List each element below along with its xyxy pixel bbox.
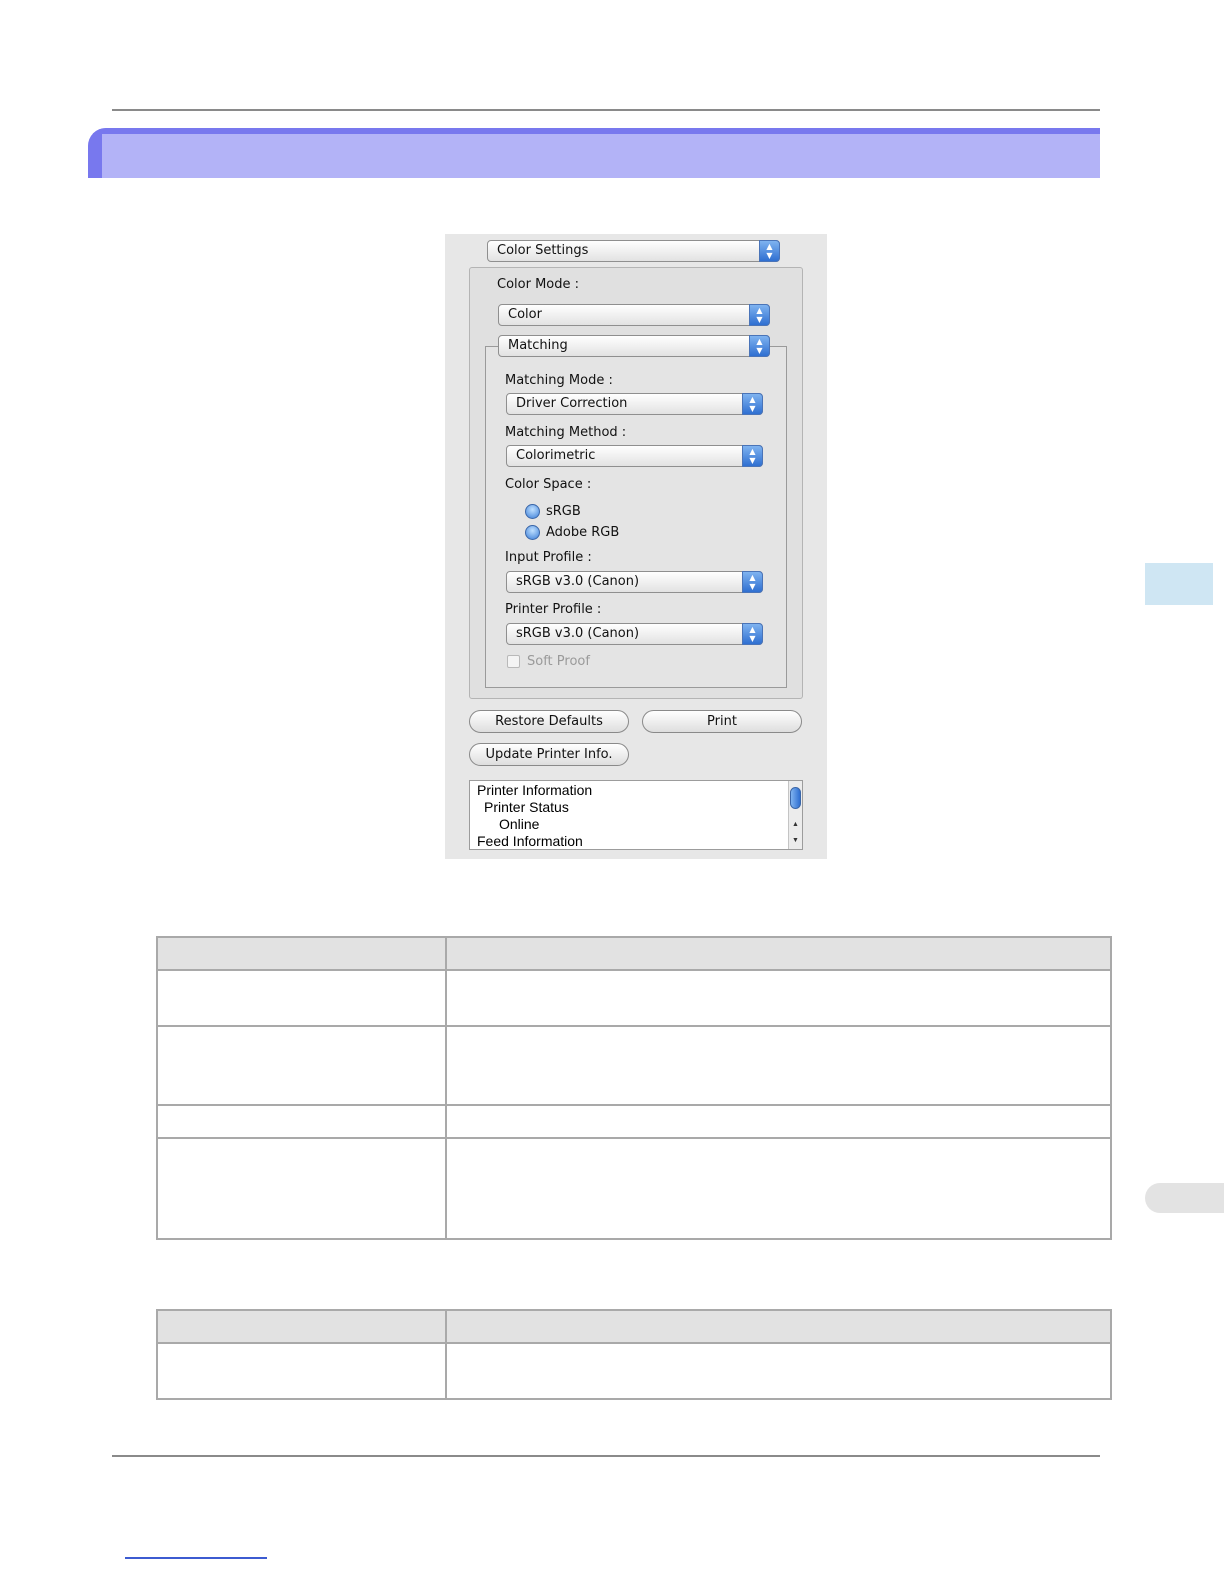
scroll-up-arrow-icon[interactable]: ▲ bbox=[789, 819, 802, 831]
scroll-down-arrow-icon[interactable]: ▼ bbox=[789, 835, 802, 847]
panel-popup[interactable]: Color Settings ▲ ▼ bbox=[487, 240, 780, 262]
color-mode-label: Color Mode : bbox=[497, 277, 580, 292]
matching-section-popup[interactable]: Matching ▲ ▼ bbox=[498, 335, 770, 357]
table-cell bbox=[156, 969, 447, 1027]
color-settings-dialog: Color Settings ▲ ▼ Color Mode : Color ▲ ▼ … bbox=[445, 234, 827, 859]
table-cell bbox=[445, 1342, 1112, 1400]
matching-method-label: Matching Method : bbox=[505, 425, 627, 440]
table-cell bbox=[156, 1025, 447, 1106]
popup-arrows-icon: ▲ ▼ bbox=[749, 335, 770, 357]
settings-table-2 bbox=[156, 1309, 1112, 1400]
popup-arrows-icon: ▲ ▼ bbox=[742, 445, 763, 467]
printer-profile-label: Printer Profile : bbox=[505, 602, 602, 617]
list-item: Online bbox=[499, 816, 540, 832]
restore-defaults-button[interactable]: Restore Defaults bbox=[469, 710, 629, 733]
list-item: Printer Status bbox=[484, 799, 569, 815]
table-row bbox=[156, 1137, 1112, 1240]
update-printer-info-button[interactable]: Update Printer Info. bbox=[469, 743, 629, 766]
list-item: Feed Information bbox=[477, 833, 583, 849]
matching-method-value: Colorimetric bbox=[516, 448, 596, 463]
table-cell bbox=[156, 1104, 447, 1139]
table-header-cell bbox=[156, 1309, 447, 1344]
scrollbar-thumb[interactable] bbox=[790, 787, 801, 809]
table-header-row bbox=[156, 1309, 1112, 1344]
popup-arrows-icon: ▲ ▼ bbox=[759, 240, 780, 262]
banner-top-edge bbox=[88, 128, 1100, 134]
input-profile-value: sRGB v3.0 (Canon) bbox=[516, 574, 640, 589]
matching-method-popup[interactable]: Colorimetric ▲ ▼ bbox=[506, 445, 763, 467]
table-row bbox=[156, 1104, 1112, 1139]
popup-arrows-icon: ▲ ▼ bbox=[742, 623, 763, 645]
list-item: Printer Information bbox=[477, 782, 593, 798]
popup-arrows-icon: ▲ ▼ bbox=[742, 393, 763, 415]
chapter-side-pill bbox=[1145, 1183, 1224, 1213]
soft-proof-label: Soft Proof bbox=[527, 654, 590, 669]
srgb-radio[interactable] bbox=[525, 504, 540, 519]
table-cell bbox=[445, 1025, 1112, 1106]
adobe-rgb-radio-label[interactable]: Adobe RGB bbox=[546, 525, 619, 540]
panel-popup-label: Color Settings bbox=[497, 243, 589, 258]
matching-section-value: Matching bbox=[508, 338, 568, 353]
input-profile-label: Input Profile : bbox=[505, 550, 592, 565]
table-row bbox=[156, 969, 1112, 1027]
table-header-cell bbox=[445, 1309, 1112, 1344]
matching-mode-label: Matching Mode : bbox=[505, 373, 613, 388]
table-cell bbox=[445, 1104, 1112, 1139]
list-scrollbar[interactable]: ▲ ▼ bbox=[788, 781, 802, 849]
printer-information-list[interactable]: Printer Information Printer Status Onlin… bbox=[469, 780, 803, 850]
printer-profile-value: sRGB v3.0 (Canon) bbox=[516, 626, 640, 641]
matching-mode-value: Driver Correction bbox=[516, 396, 628, 411]
color-mode-value: Color bbox=[508, 307, 542, 322]
bottom-rule bbox=[112, 1455, 1100, 1457]
table-row bbox=[156, 1025, 1112, 1106]
table-header-row bbox=[156, 936, 1112, 971]
top-rule bbox=[112, 109, 1100, 111]
table-cell bbox=[445, 969, 1112, 1027]
table-header-cell bbox=[445, 936, 1112, 971]
popup-arrows-icon: ▲ ▼ bbox=[749, 304, 770, 326]
color-mode-popup[interactable]: Color ▲ ▼ bbox=[498, 304, 770, 326]
adobe-rgb-radio[interactable] bbox=[525, 525, 540, 540]
print-button[interactable]: Print bbox=[642, 710, 802, 733]
table-header-cell bbox=[156, 936, 447, 971]
table-cell bbox=[156, 1137, 447, 1240]
matching-mode-popup[interactable]: Driver Correction ▲ ▼ bbox=[506, 393, 763, 415]
input-profile-popup[interactable]: sRGB v3.0 (Canon) ▲ ▼ bbox=[506, 571, 763, 593]
chapter-side-tab bbox=[1145, 563, 1213, 605]
color-space-label: Color Space : bbox=[505, 477, 592, 492]
printer-profile-popup[interactable]: sRGB v3.0 (Canon) ▲ ▼ bbox=[506, 623, 763, 645]
table-row bbox=[156, 1342, 1112, 1400]
popup-arrows-icon: ▲ ▼ bbox=[742, 571, 763, 593]
section-heading-banner bbox=[88, 128, 1100, 178]
footer-link-underline[interactable] bbox=[125, 1557, 267, 1559]
banner-left-edge bbox=[88, 128, 102, 178]
soft-proof-checkbox[interactable] bbox=[507, 655, 520, 668]
table-cell bbox=[445, 1137, 1112, 1240]
settings-table-1 bbox=[156, 936, 1112, 1240]
table-cell bbox=[156, 1342, 447, 1400]
srgb-radio-label[interactable]: sRGB bbox=[546, 504, 581, 519]
